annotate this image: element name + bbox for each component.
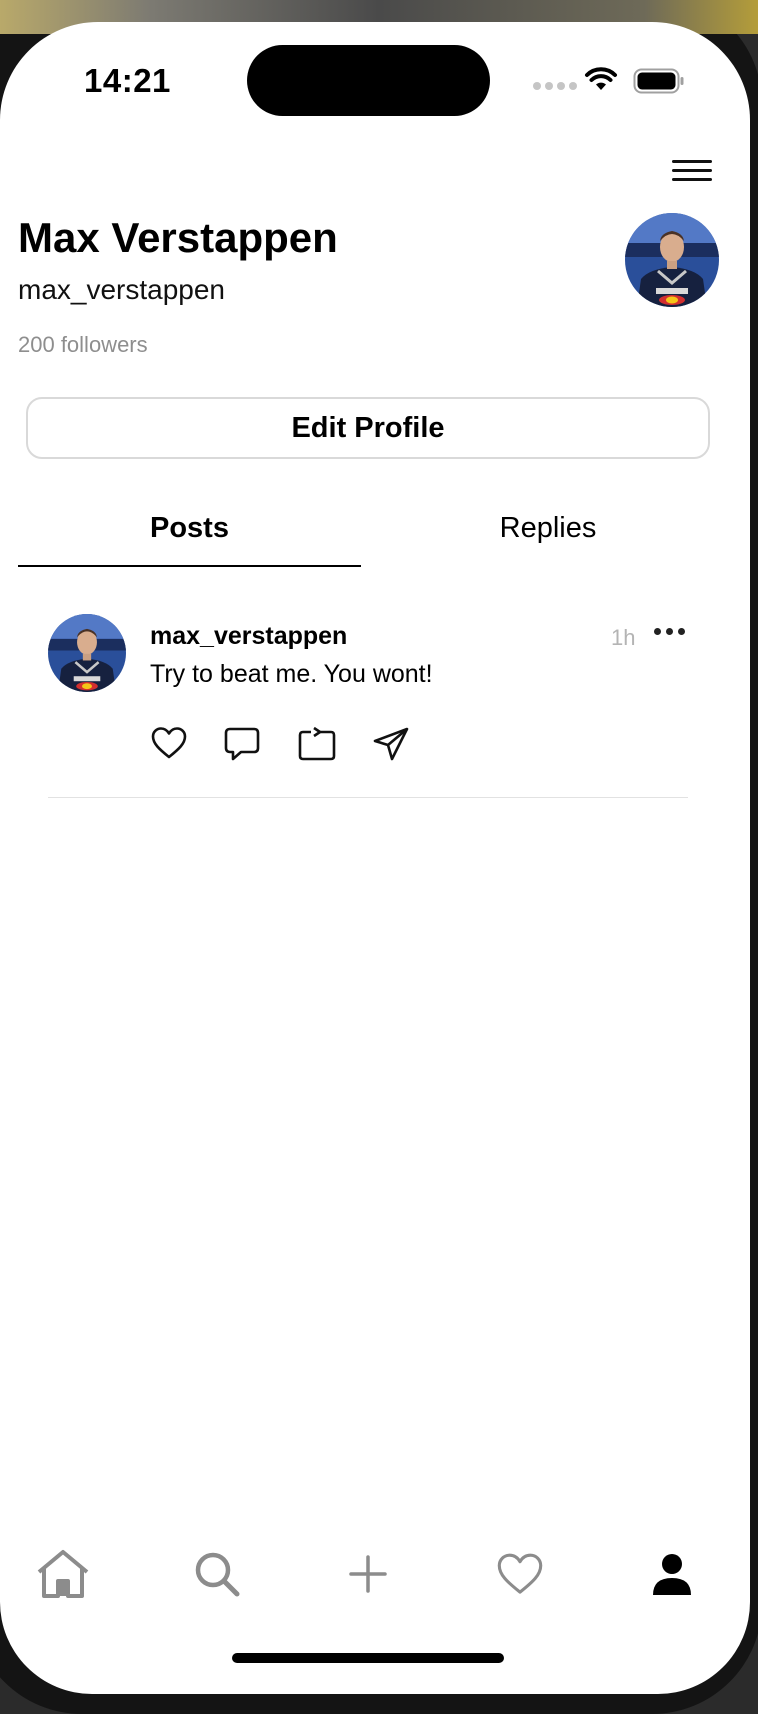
cellular-signal-icon	[533, 82, 577, 90]
search-icon[interactable]	[189, 1546, 245, 1602]
followers-count[interactable]: 200 followers	[18, 332, 148, 358]
profile-name: Max Verstappen	[18, 214, 338, 261]
tab-posts[interactable]: Posts	[18, 512, 361, 545]
battery-icon	[633, 68, 684, 94]
status-time: 14:21	[84, 62, 171, 99]
wifi-icon	[585, 67, 617, 90]
profile-icon[interactable]	[644, 1546, 700, 1602]
menu-icon[interactable]	[670, 156, 714, 186]
heart-icon[interactable]	[151, 726, 187, 760]
profile-avatar[interactable]	[625, 213, 719, 307]
edit-profile-button[interactable]: Edit Profile	[26, 397, 710, 459]
tab-active-indicator	[18, 565, 361, 567]
tab-replies[interactable]: Replies	[378, 512, 718, 545]
post-avatar[interactable]	[48, 614, 126, 692]
dynamic-island	[247, 45, 490, 116]
home-icon[interactable]	[35, 1546, 91, 1602]
add-icon[interactable]	[340, 1546, 396, 1602]
comment-icon[interactable]	[223, 726, 261, 762]
repost-icon[interactable]	[297, 726, 337, 762]
more-options-icon[interactable]	[654, 628, 685, 635]
profile-handle: max_verstappen	[18, 274, 226, 305]
post-timestamp: 1h	[611, 625, 636, 650]
home-indicator[interactable]	[232, 1653, 504, 1663]
post-text: Try to beat me. You wont!	[150, 660, 433, 688]
activity-heart-icon[interactable]	[492, 1546, 548, 1602]
post-divider	[48, 797, 688, 798]
post-username[interactable]: max_verstappen	[150, 622, 347, 651]
share-icon[interactable]	[372, 726, 410, 762]
phone-screen: 14:21 Max Verstappen max_verstappen 200 …	[0, 22, 750, 1694]
